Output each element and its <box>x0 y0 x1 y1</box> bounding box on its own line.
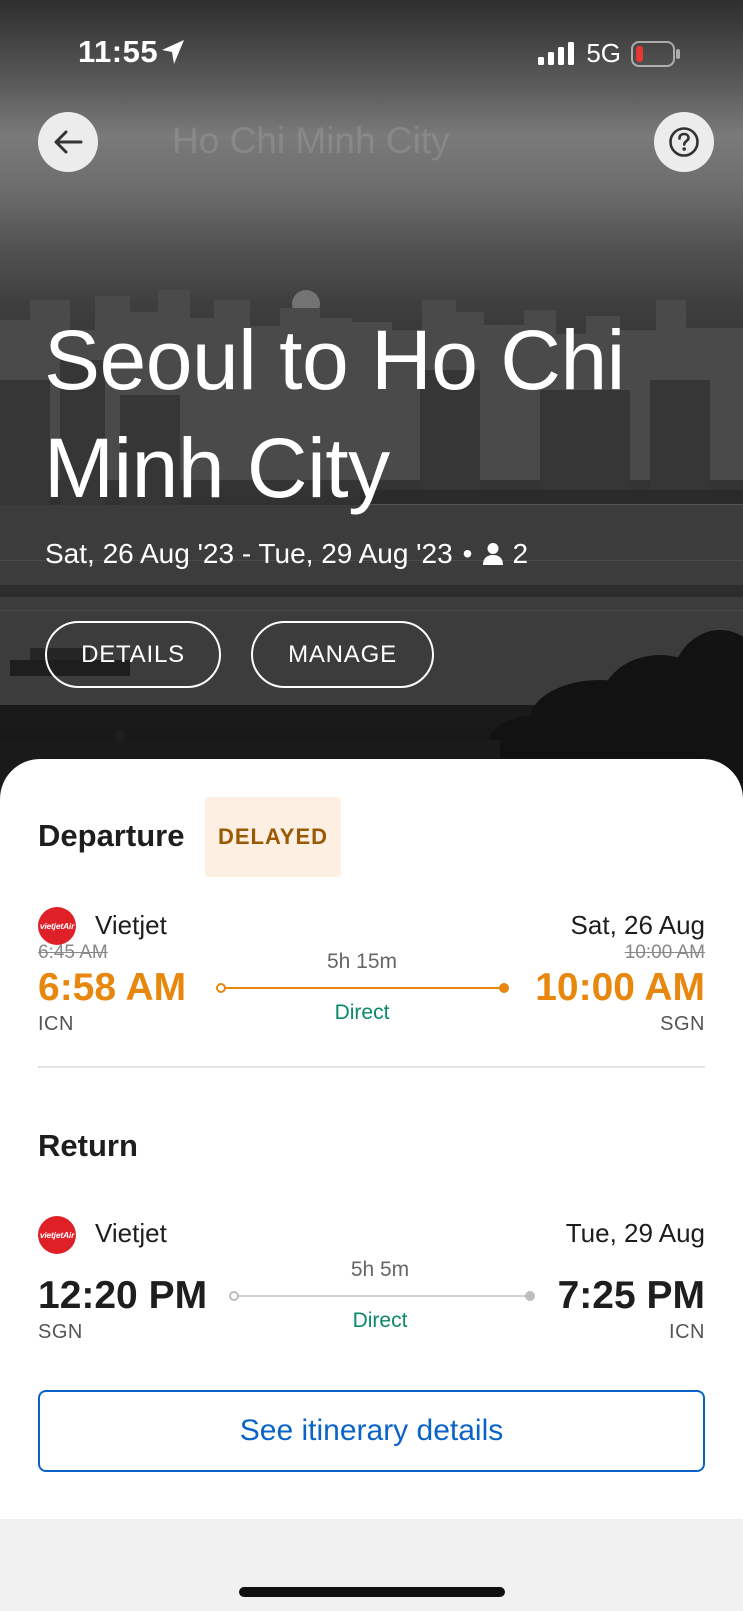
section-divider <box>38 1066 705 1068</box>
status-indicators: 5G <box>538 38 681 69</box>
depart-airport: ICN <box>38 1013 74 1035</box>
return-airline: Vietjet <box>95 1218 167 1248</box>
stops-label: Direct <box>334 1001 390 1024</box>
hero-banner: 11:55 5G Ho Chi Minh City Seoul to Ho Ch… <box>0 0 743 800</box>
return-arrive-time: 7:25 PM <box>557 1274 705 1317</box>
return-route-line <box>234 1295 530 1297</box>
flight-duration: 5h 15m <box>326 950 398 973</box>
departure-title: Departure <box>38 818 185 853</box>
return-arrive-airport: ICN <box>669 1321 705 1343</box>
details-button[interactable]: DETAILS <box>45 621 221 688</box>
return-date: Tue, 29 Aug <box>565 1218 705 1248</box>
header-title: Ho Chi Minh City <box>172 120 450 161</box>
return-end-dot <box>525 1291 535 1301</box>
status-time: 11:55 <box>78 34 159 69</box>
return-depart-time: 12:20 PM <box>38 1274 208 1317</box>
return-stops-label: Direct <box>352 1309 408 1332</box>
route-end-dot <box>499 983 509 993</box>
departure-date: Sat, 26 Aug <box>570 910 705 940</box>
help-button[interactable] <box>654 112 714 172</box>
home-indicator <box>239 1587 505 1597</box>
location-arrow-icon <box>162 40 184 64</box>
original-depart-time: 6:45 AM <box>38 942 108 963</box>
manage-button[interactable]: MANAGE <box>251 621 434 688</box>
arrow-left-icon <box>54 130 83 154</box>
route-start-dot <box>216 983 226 993</box>
trip-dates: Sat, 26 Aug '23 - Tue, 29 Aug '23 <box>45 538 453 569</box>
original-arrive-time: 10:00 AM <box>624 942 705 963</box>
trip-title: Seoul to Ho Chi Minh City <box>44 313 625 515</box>
arrive-time: 10:00 AM <box>535 966 705 1009</box>
person-icon <box>482 542 504 566</box>
battery-low-icon <box>631 40 680 67</box>
signal-bars-icon <box>538 41 575 65</box>
depart-time: 6:58 AM <box>38 966 187 1009</box>
question-circle-icon <box>669 127 699 157</box>
route-line <box>221 987 504 989</box>
departure-airline: Vietjet <box>95 910 167 940</box>
see-itinerary-button[interactable]: See itinerary details <box>38 1390 705 1472</box>
vietjet-logo: vietjetAir <box>38 907 76 945</box>
back-button[interactable] <box>38 112 98 172</box>
return-depart-airport: SGN <box>38 1321 83 1343</box>
status-badge: DELAYED <box>205 797 341 877</box>
network-type: 5G <box>586 38 621 68</box>
return-start-dot <box>229 1291 239 1301</box>
passenger-count: 2 <box>512 538 529 569</box>
trip-meta: Sat, 26 Aug '23 - Tue, 29 Aug '23 • 2 <box>45 538 528 570</box>
vietjet-logo: vietjetAir <box>38 1216 76 1254</box>
return-duration: 5h 5m <box>350 1258 410 1281</box>
return-title: Return <box>38 1128 138 1163</box>
arrive-airport: SGN <box>660 1013 705 1035</box>
meta-separator: • <box>462 538 473 569</box>
